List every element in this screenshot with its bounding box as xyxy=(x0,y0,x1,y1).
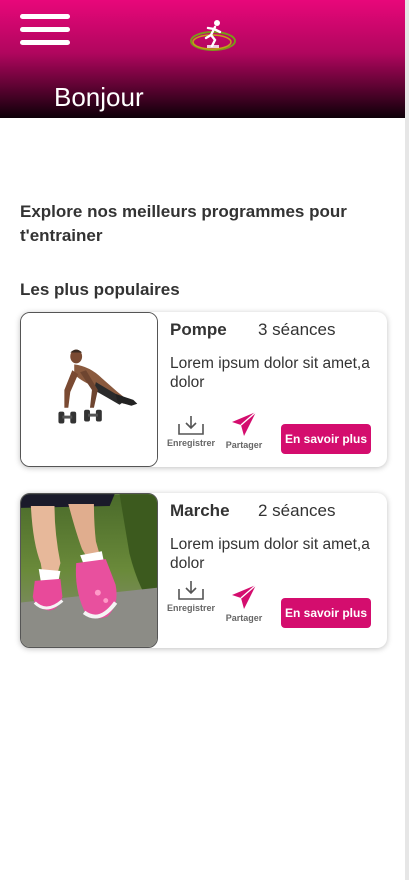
app-screen: Bonjour Explore nos meilleurs programmes… xyxy=(0,0,405,880)
section-title-popular: Les plus populaires xyxy=(20,280,180,299)
card-title: Marche xyxy=(170,501,230,520)
save-label: Enregistrer xyxy=(166,438,216,448)
card-description: Lorem ipsum dolor sit amet,a dolor xyxy=(170,355,370,391)
share-label: Partager xyxy=(225,440,263,450)
learn-more-button[interactable]: En savoir plus xyxy=(281,598,371,628)
download-icon xyxy=(178,581,204,600)
program-card[interactable]: Marche 2 séances Lorem ipsum dolor sit a… xyxy=(20,493,387,648)
save-label: Enregistrer xyxy=(166,603,216,613)
app-header: Bonjour xyxy=(0,0,405,118)
card-sessions: 3 séances xyxy=(258,320,336,339)
card-description: Lorem ipsum dolor sit amet,a dolor xyxy=(170,536,370,572)
logo-icon xyxy=(190,20,236,51)
share-button[interactable]: Partager xyxy=(224,410,264,450)
menu-icon[interactable] xyxy=(20,14,70,48)
paper-plane-icon xyxy=(232,411,257,436)
program-card[interactable]: Pompe 3 séances Lorem ipsum dolor sit am… xyxy=(20,312,387,467)
download-icon xyxy=(178,416,204,435)
learn-more-button[interactable]: En savoir plus xyxy=(281,424,371,454)
greeting-title: Bonjour xyxy=(54,82,144,112)
save-button[interactable]: Enregistrer xyxy=(166,579,216,613)
share-label: Partager xyxy=(225,613,263,623)
scrollbar[interactable] xyxy=(405,0,409,880)
card-sessions: 2 séances xyxy=(258,501,336,520)
save-button[interactable]: Enregistrer xyxy=(166,414,216,448)
share-button[interactable]: Partager xyxy=(224,583,264,623)
card-title: Pompe xyxy=(170,320,227,339)
walking-photo xyxy=(20,493,158,648)
intro-text: Explore nos meilleurs programmes pour t'… xyxy=(20,202,347,245)
paper-plane-icon xyxy=(232,584,257,609)
pushup-photo xyxy=(20,312,158,467)
